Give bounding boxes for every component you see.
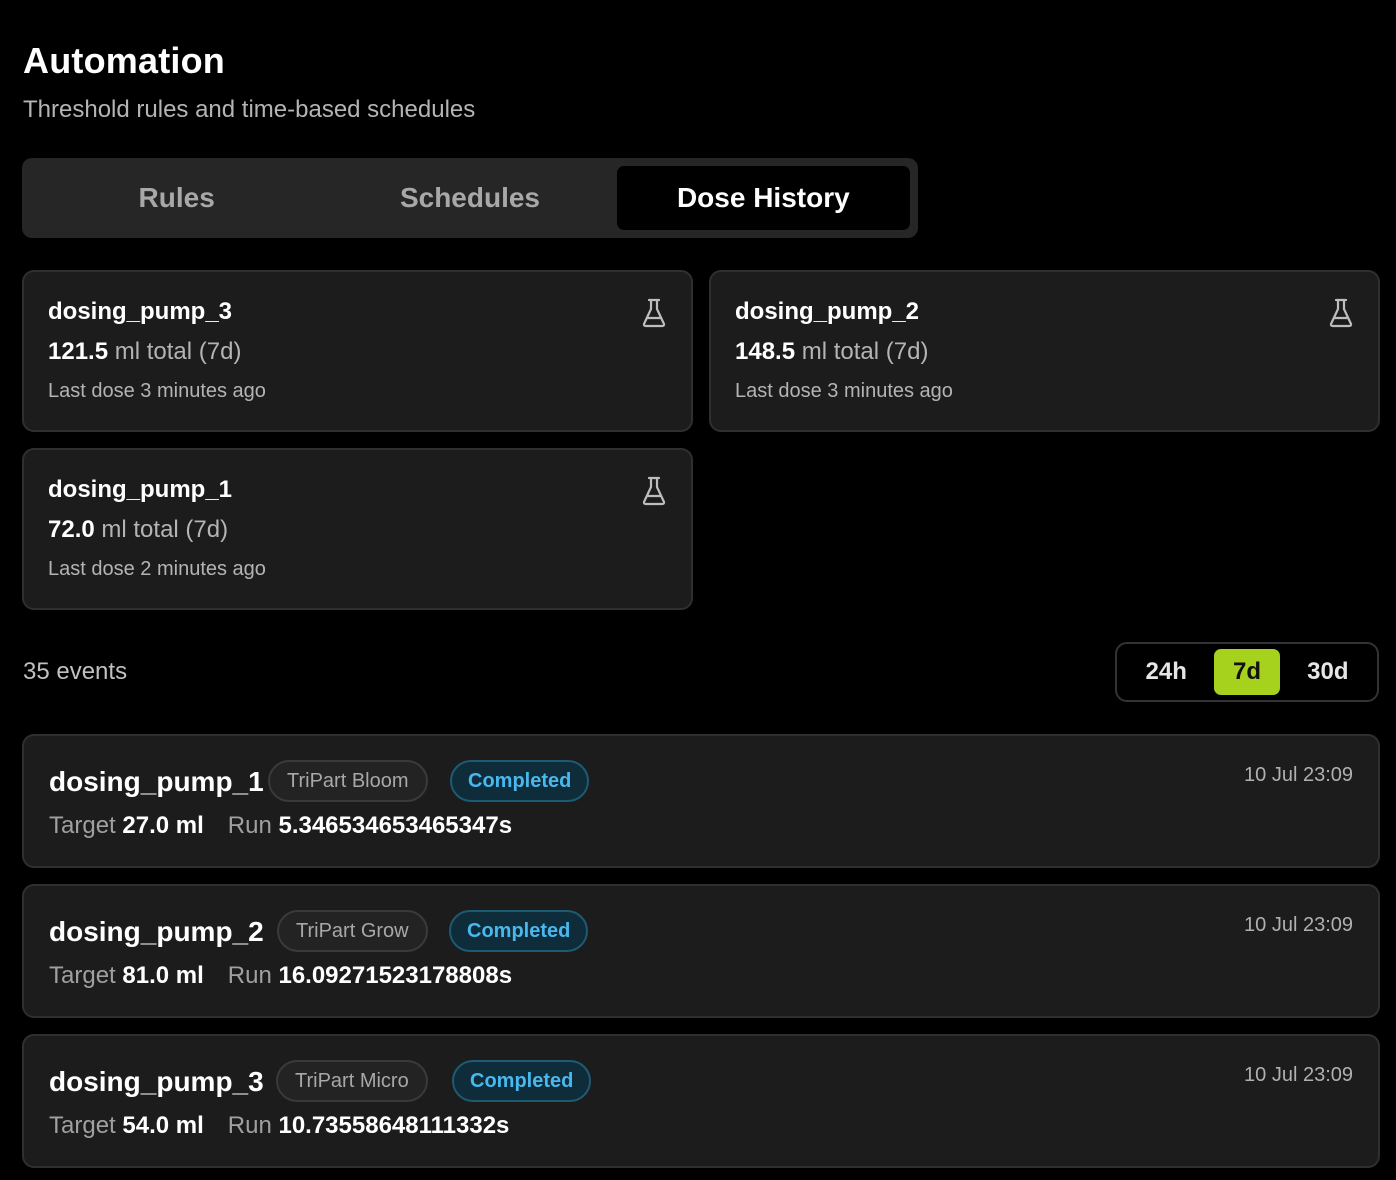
dose-event-row[interactable]: dosing_pump_1 TriPart Bloom Completed Ta… <box>22 734 1380 868</box>
target-value: 81.0 ml <box>122 962 204 989</box>
run-value: 16.09271523178808s <box>278 962 513 989</box>
status-badge: Completed <box>452 1060 592 1102</box>
pump-card-dosing-pump-2: dosing_pump_2 148.5 ml total (7d) Last d… <box>709 270 1380 432</box>
target-value: 27.0 ml <box>122 812 204 839</box>
run-label: Run <box>227 1112 272 1139</box>
pump-last-dose: Last dose 3 minutes ago <box>735 380 953 402</box>
status-badge: Completed <box>450 760 590 802</box>
dose-event-row[interactable]: dosing_pump_2 TriPart Grow Completed Tar… <box>22 884 1380 1018</box>
flask-icon <box>1329 298 1353 328</box>
event-meta: Target 27.0 ml Run 5.346534653465347s <box>49 812 512 840</box>
run-label: Run <box>227 962 272 989</box>
pump-total-value: 121.5 <box>48 338 109 365</box>
pump-total-value: 72.0 <box>48 516 95 543</box>
tab-rules[interactable]: Rules <box>30 166 323 230</box>
pump-total: 72.0 ml total (7d) <box>48 516 228 544</box>
pump-name: dosing_pump_2 <box>735 298 920 325</box>
pump-last-dose: Last dose 3 minutes ago <box>48 380 266 402</box>
event-time: 10 Jul 23:09 <box>1244 1064 1353 1086</box>
flask-icon <box>642 476 666 506</box>
target-label: Target <box>49 812 116 839</box>
pump-total-value: 148.5 <box>735 338 796 365</box>
target-label: Target <box>49 962 116 989</box>
run-value: 5.346534653465347s <box>278 812 513 839</box>
pump-card-dosing-pump-3: dosing_pump_3 121.5 ml total (7d) Last d… <box>22 270 693 432</box>
range-24h-button[interactable]: 24h <box>1124 649 1208 695</box>
product-tag: TriPart Micro <box>276 1060 428 1102</box>
product-tag: TriPart Bloom <box>268 760 428 802</box>
product-tag: TriPart Grow <box>277 910 428 952</box>
dose-event-row[interactable]: dosing_pump_3 TriPart Micro Completed Ta… <box>22 1034 1380 1168</box>
pump-total: 148.5 ml total (7d) <box>735 338 928 366</box>
event-pump-name: dosing_pump_3 <box>49 1066 264 1097</box>
event-time: 10 Jul 23:09 <box>1244 914 1353 936</box>
range-7d-button[interactable]: 7d <box>1214 649 1280 695</box>
page-subtitle: Threshold rules and time-based schedules <box>23 96 476 123</box>
pump-name: dosing_pump_3 <box>48 298 233 325</box>
tab-schedules[interactable]: Schedules <box>323 166 616 230</box>
event-meta: Target 81.0 ml Run 16.09271523178808s <box>49 962 512 990</box>
page-title: Automation <box>23 40 225 81</box>
run-value: 10.73558648111332s <box>278 1112 510 1139</box>
event-pump-name: dosing_pump_2 <box>49 916 264 947</box>
target-label: Target <box>49 1112 116 1139</box>
pump-card-dosing-pump-1: dosing_pump_1 72.0 ml total (7d) Last do… <box>22 448 693 610</box>
automation-tabs: Rules Schedules Dose History <box>22 158 918 238</box>
pump-total-suffix: ml total (7d) <box>801 338 929 365</box>
pump-name: dosing_pump_1 <box>48 476 233 503</box>
event-pump-name: dosing_pump_1 <box>49 766 264 797</box>
pump-total: 121.5 ml total (7d) <box>48 338 241 366</box>
flask-icon <box>642 298 666 328</box>
event-time: 10 Jul 23:09 <box>1244 764 1353 786</box>
pump-last-dose: Last dose 2 minutes ago <box>48 558 266 580</box>
status-badge: Completed <box>449 910 589 952</box>
time-range-selector: 24h 7d 30d <box>1115 642 1379 702</box>
pump-total-suffix: ml total (7d) <box>101 516 229 543</box>
range-30d-button[interactable]: 30d <box>1286 649 1370 695</box>
target-value: 54.0 ml <box>122 1112 204 1139</box>
pump-total-suffix: ml total (7d) <box>114 338 242 365</box>
run-label: Run <box>227 812 272 839</box>
event-meta: Target 54.0 ml Run 10.73558648111332s <box>49 1112 509 1140</box>
events-count: 35 events <box>23 658 128 685</box>
tab-dose-history[interactable]: Dose History <box>616 166 910 230</box>
